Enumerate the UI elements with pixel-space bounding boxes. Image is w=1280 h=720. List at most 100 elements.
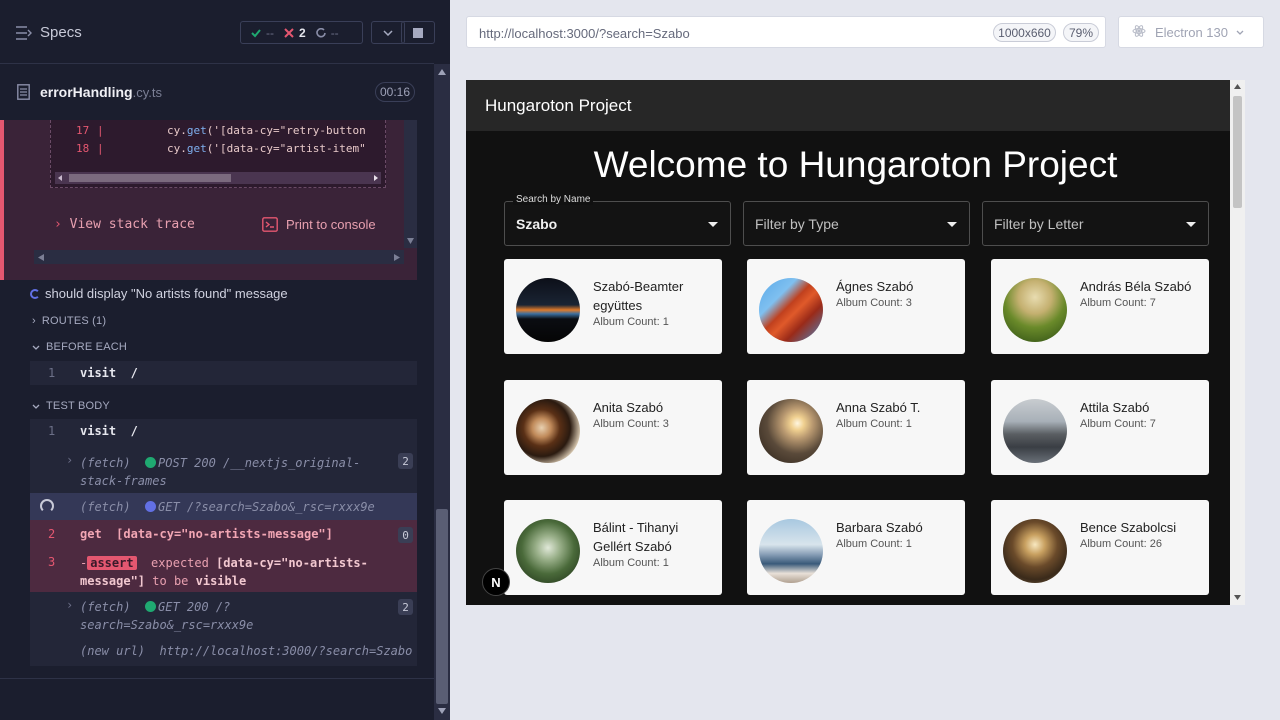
fetch-log-row[interactable]: › (fetch) GET 200 /? search=Szabo&_rsc=rx…: [30, 592, 417, 638]
artist-avatar: [516, 519, 580, 583]
scroll-right-icon[interactable]: [373, 175, 379, 181]
scroll-left-icon[interactable]: [57, 175, 63, 181]
app-scrollbar[interactable]: [1230, 80, 1245, 605]
url-text[interactable]: http://localhost:3000/?search=Szabo: [479, 26, 690, 41]
error-vertical-scrollbar[interactable]: [404, 120, 417, 248]
browser-name: Electron 130: [1155, 24, 1228, 40]
test-title[interactable]: should display "No artists found" messag…: [30, 286, 288, 301]
line-code: cy.get('[data-cy="artist-item": [167, 142, 366, 155]
album-count: Album Count: 1: [593, 557, 669, 569]
album-count: Album Count: 7: [1080, 418, 1156, 430]
test-body-section[interactable]: TEST BODY: [32, 400, 110, 412]
scrollbar-thumb[interactable]: [436, 509, 448, 704]
app-brand[interactable]: Hungaroton Project: [485, 96, 631, 116]
app-header: Hungaroton Project: [466, 80, 1245, 131]
view-stack-trace-link[interactable]: › View stack trace: [54, 217, 195, 232]
artist-avatar: [759, 399, 823, 463]
artist-card[interactable]: Bence Szabolcsi Album Count: 26: [991, 500, 1209, 595]
command-name: visit /: [80, 424, 138, 438]
artist-name: Szabó-Beamter együttes: [593, 279, 684, 313]
spec-file-name[interactable]: errorHandling.cy.ts: [40, 84, 162, 100]
search-by-name-select[interactable]: Search by Name Szabo: [504, 194, 731, 246]
specs-title[interactable]: Specs: [40, 24, 82, 41]
chevron-down-icon: [1236, 30, 1244, 35]
artist-card[interactable]: Ágnes Szabó Album Count: 3: [747, 259, 965, 354]
album-count: Album Count: 1: [836, 538, 912, 550]
dropdown-arrow-icon: [1186, 222, 1196, 227]
specs-header: Specs -- 2 --: [0, 0, 435, 64]
chevron-down-icon: [383, 29, 393, 36]
new-url-row[interactable]: (new url) http://localhost:3000/?search=…: [30, 638, 417, 666]
dropdown-arrow-icon: [708, 222, 718, 227]
artist-card[interactable]: Szabó-Beamter együttes Album Count: 1: [504, 259, 722, 354]
artist-card[interactable]: Bálint - Tihanyi Gellért Szabó Album Cou…: [504, 500, 722, 595]
failed-command-row[interactable]: 2 get [data-cy="no-artists-message"] 0: [30, 520, 417, 548]
failed-assert-row[interactable]: 3 - assert expected [data-cy="no-artists-…: [30, 548, 417, 592]
stop-button[interactable]: [401, 21, 435, 44]
artist-avatar: [759, 278, 823, 342]
fetch-log-row-active[interactable]: (fetch) GET /?search=Szabo&_rsc=rxxx9e: [30, 493, 417, 520]
artist-name: Bence Szabolcsi: [1080, 520, 1177, 535]
line-marker: |: [97, 142, 104, 155]
fetch-count-badge: 2: [398, 453, 413, 469]
expand-toggle-button[interactable]: [371, 21, 405, 44]
artist-name: Anna Szabó T.: [836, 400, 921, 415]
reporter-panel: Specs -- 2 -- errorHandling.cy.ts 00:16 …: [0, 0, 450, 720]
scroll-up-icon[interactable]: [1234, 84, 1241, 89]
chevron-down-icon: [32, 404, 40, 409]
scroll-down-icon[interactable]: [1234, 595, 1241, 600]
code-frame: 17 | cy.get('[data-cy="retry-button 18 |…: [50, 120, 386, 188]
artist-card[interactable]: Anna Szabó T. Album Count: 1: [747, 380, 965, 475]
command-row[interactable]: 1 visit /: [30, 361, 417, 385]
hamburger-icon[interactable]: [16, 26, 32, 45]
chevron-down-icon: [32, 345, 40, 350]
chevron-right-icon: ›: [54, 217, 62, 232]
filter-by-letter-select[interactable]: Filter by Letter: [982, 201, 1209, 246]
reporter-divider: [0, 678, 434, 679]
line-number: 17: [76, 124, 90, 137]
album-count: Album Count: 1: [836, 418, 912, 430]
viewport-size-badge[interactable]: 1000x660: [993, 23, 1056, 42]
artist-card[interactable]: Barbara Szabó Album Count: 1: [747, 500, 965, 595]
scroll-right-icon[interactable]: [394, 254, 400, 261]
spec-file-row: errorHandling.cy.ts 00:16: [0, 76, 434, 110]
before-each-section[interactable]: BEFORE EACH: [32, 341, 127, 353]
pending-count: --: [330, 25, 339, 40]
routes-section[interactable]: › ROUTES (1): [32, 315, 106, 327]
spec-file-basename: errorHandling: [40, 84, 133, 100]
status-dot-icon: [145, 457, 157, 468]
print-to-console-button[interactable]: Print to console: [262, 217, 376, 232]
scrollbar-thumb[interactable]: [1233, 96, 1242, 208]
filter-by-type-select[interactable]: Filter by Type: [743, 201, 970, 246]
scroll-up-icon[interactable]: [438, 69, 446, 75]
code-horizontal-scrollbar[interactable]: [55, 172, 381, 184]
scroll-down-icon[interactable]: [438, 708, 446, 714]
artist-card[interactable]: Attila Szabó Album Count: 7: [991, 380, 1209, 475]
scroll-left-icon[interactable]: [38, 254, 44, 261]
reporter-scrollbar[interactable]: [434, 64, 450, 720]
url-bar[interactable]: http://localhost:3000/?search=Szabo 1000…: [466, 16, 1106, 48]
passed-stat: --: [251, 26, 274, 40]
chevron-right-icon: ›: [66, 598, 74, 612]
error-horizontal-scrollbar[interactable]: [34, 250, 404, 264]
zoom-badge[interactable]: 79%: [1063, 23, 1099, 42]
artist-card[interactable]: Anita Szabó Album Count: 3: [504, 380, 722, 475]
scroll-down-icon[interactable]: [407, 238, 414, 244]
artist-card[interactable]: András Béla Szabó Album Count: 7: [991, 259, 1209, 354]
album-count: Album Count: 7: [1080, 297, 1156, 309]
nextjs-dev-indicator-icon[interactable]: N: [482, 568, 510, 596]
artist-avatar: [1003, 399, 1067, 463]
browser-selector-button[interactable]: Electron 130: [1118, 16, 1264, 48]
chevron-right-icon: ›: [32, 315, 36, 327]
album-count: Album Count: 3: [836, 297, 912, 309]
album-count: Album Count: 26: [1080, 538, 1162, 550]
scrollbar-thumb[interactable]: [69, 174, 231, 182]
command-name: visit /: [80, 366, 138, 380]
command-row[interactable]: 1 visit /: [30, 419, 417, 445]
element-count-badge: 0: [398, 527, 413, 543]
command-name: get [data-cy="no-artists-message"]: [80, 527, 333, 541]
fetch-log-row[interactable]: › (fetch) POST 200 /__nextjs_original-st…: [30, 445, 417, 493]
artist-name: Ágnes Szabó: [836, 279, 914, 294]
artist-avatar: [759, 519, 823, 583]
spec-file-ext: .cy.ts: [132, 85, 162, 100]
